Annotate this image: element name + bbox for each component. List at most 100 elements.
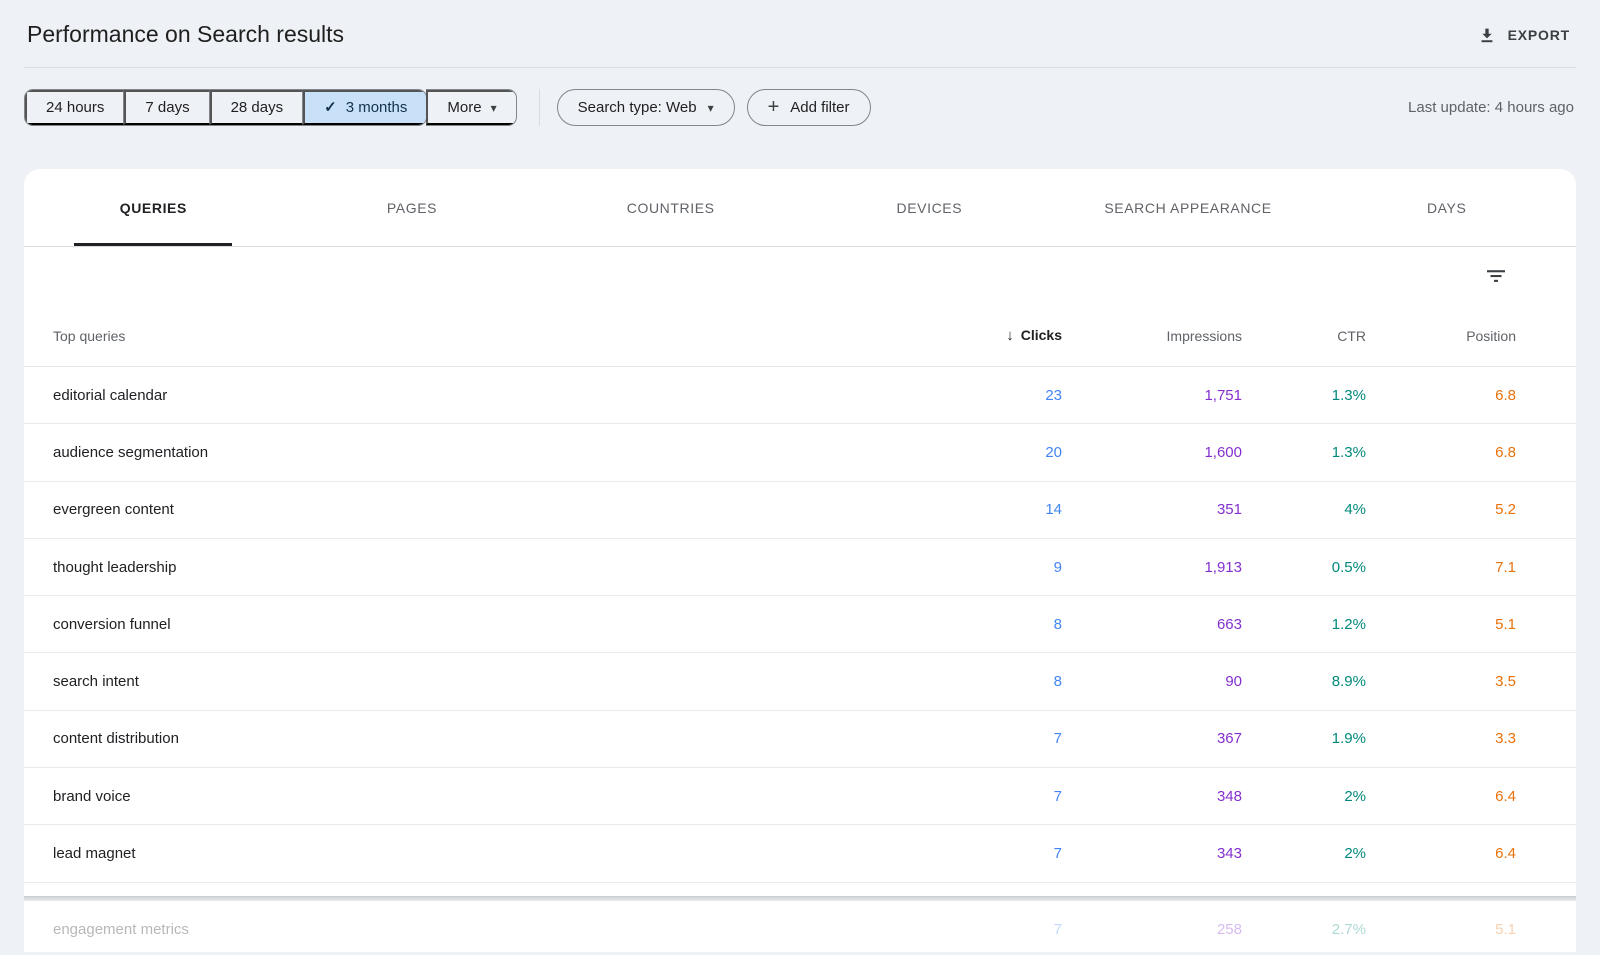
date-range-chip[interactable]: ✓ 7 days: [124, 90, 210, 125]
position-cell: 3.3: [1495, 730, 1516, 748]
check-icon: ✓: [324, 99, 337, 116]
tab[interactable]: DAYS: [1317, 169, 1576, 246]
tab[interactable]: COUNTRIES: [541, 169, 800, 246]
clicks-cell: 23: [1045, 386, 1062, 404]
filter-rows-button[interactable]: [1480, 260, 1512, 292]
export-label: EXPORT: [1507, 26, 1570, 43]
date-range-label: 24 hours: [46, 99, 105, 116]
table-row[interactable]: audience segmentation 20 1,600 1.3% 6.8: [24, 424, 1576, 482]
clicks-cell: 7: [1053, 845, 1062, 863]
impressions-cell: 348: [1216, 787, 1242, 805]
position-cell: 5.2: [1495, 501, 1516, 519]
table-row[interactable]: editorial calendar 23 1,751 1.3% 6.8: [24, 367, 1576, 425]
dimension-tabs: QUERIES PAGES COUNTRIES DEVICES SEARCH A…: [24, 169, 1576, 247]
toolbar-divider: [538, 89, 540, 126]
position-cell: 6.4: [1495, 787, 1516, 805]
tab-label: DAYS: [1426, 199, 1467, 216]
ctr-cell: 8.9%: [1331, 673, 1366, 691]
impressions-cell: 351: [1216, 501, 1242, 519]
query-cell[interactable]: conversion funnel: [53, 616, 942, 633]
clicks-cell: 9: [1053, 558, 1062, 576]
ctr-cell: 1.3%: [1331, 386, 1366, 404]
impressions-cell: 663: [1216, 615, 1242, 633]
query-cell[interactable]: engagement metrics: [53, 921, 942, 938]
date-range-chip-group: ✓ 24 hours ✓ 7 days ✓ 28 days ✓ 3 months: [24, 89, 428, 126]
date-range-label: 28 days: [230, 99, 284, 116]
clicks-cell: 8: [1053, 615, 1062, 633]
clicks-cell: 20: [1045, 443, 1062, 461]
sort-desc-arrow-icon: ↓: [1006, 327, 1014, 344]
add-filter-label: Add filter: [790, 99, 850, 116]
tab-label: QUERIES: [119, 199, 187, 216]
table-body: editorial calendar 23 1,751 1.3% 6.8 aud…: [24, 367, 1576, 952]
position-cell: 5.1: [1495, 615, 1516, 633]
column-header-position[interactable]: Position: [1366, 328, 1516, 344]
tab[interactable]: PAGES: [283, 169, 542, 246]
page-header: Performance on Search results EXPORT: [0, 0, 1600, 67]
ctr-cell: 2%: [1344, 787, 1366, 805]
last-update-text: Last update: 4 hours ago: [1408, 99, 1574, 116]
query-cell[interactable]: audience segmentation: [53, 444, 942, 461]
position-cell: 6.8: [1495, 386, 1516, 404]
query-cell[interactable]: lead magnet: [53, 845, 942, 862]
date-range-chip[interactable]: ✓ 3 months: [303, 90, 427, 125]
table-header-row: Top queries ↓ Clicks Impressions CTR Posi…: [24, 305, 1576, 367]
query-cell[interactable]: editorial calendar: [53, 387, 942, 404]
table-toolbar: [24, 247, 1576, 305]
download-icon: [1478, 26, 1496, 44]
query-cell[interactable]: thought leadership: [53, 559, 942, 576]
clicks-cell: 7: [1053, 787, 1062, 805]
table-row[interactable]: conversion funnel 8 663 1.2% 5.1: [24, 596, 1576, 654]
tab[interactable]: DEVICES: [800, 169, 1059, 246]
column-header-ctr[interactable]: CTR: [1242, 328, 1366, 344]
table-row[interactable]: thought leadership 9 1,913 0.5% 7.1: [24, 539, 1576, 597]
column-header-clicks[interactable]: ↓ Clicks: [942, 327, 1062, 344]
table-row[interactable]: lead magnet 7 343 2% 6.4: [24, 825, 1576, 883]
export-button[interactable]: EXPORT: [1478, 26, 1570, 44]
tab-label: SEARCH APPEARANCE: [1104, 199, 1272, 216]
position-cell: 3.5: [1495, 673, 1516, 691]
chevron-down-icon: ▾: [490, 100, 497, 115]
table-row[interactable]: evergreen content 14 351 4% 5.2: [24, 482, 1576, 539]
clicks-cell: 7: [1053, 730, 1062, 748]
position-cell: 6.8: [1495, 443, 1516, 461]
column-header-impressions[interactable]: Impressions: [1062, 328, 1242, 344]
position-cell: 6.4: [1495, 845, 1516, 863]
tab[interactable]: QUERIES: [24, 169, 283, 246]
position-cell: 5.1: [1495, 920, 1516, 938]
table-row[interactable]: search intent 8 90 8.9% 3.5: [24, 653, 1576, 711]
date-range-chip[interactable]: ✓ 24 hours: [25, 90, 125, 125]
ctr-cell: 0.5%: [1331, 558, 1366, 576]
impressions-cell: 367: [1216, 730, 1242, 748]
header-divider: [24, 67, 1576, 68]
impressions-cell: 1,913: [1204, 558, 1242, 576]
add-filter-button[interactable]: + Add filter: [746, 89, 871, 126]
plus-icon: +: [767, 95, 780, 118]
search-type-label: Search type: Web: [577, 99, 697, 116]
query-cell[interactable]: evergreen content: [53, 501, 942, 518]
tab[interactable]: SEARCH APPEARANCE: [1059, 169, 1318, 246]
ctr-cell: 2%: [1344, 845, 1366, 863]
table-row[interactable]: content distribution 7 367 1.9% 3.3: [24, 711, 1576, 769]
search-type-dropdown[interactable]: Search type: Web ▾: [556, 89, 735, 126]
table-row[interactable]: engagement metrics 7 258 2.7% 5.1: [24, 901, 1576, 952]
filter-list-icon: [1486, 266, 1506, 286]
position-cell: 7.1: [1495, 558, 1516, 576]
clicks-cell: 7: [1053, 920, 1062, 938]
date-range-chip[interactable]: ✓ 28 days: [209, 90, 304, 125]
ctr-cell: 4%: [1344, 501, 1366, 519]
query-cell[interactable]: content distribution: [53, 730, 942, 747]
page-title: Performance on Search results: [27, 21, 345, 47]
impressions-cell: 90: [1225, 673, 1242, 691]
clicks-cell: 8: [1053, 673, 1062, 691]
impressions-cell: 343: [1216, 845, 1242, 863]
query-cell[interactable]: search intent: [53, 673, 942, 690]
ctr-cell: 1.3%: [1331, 443, 1366, 461]
query-cell[interactable]: brand voice: [53, 788, 942, 805]
more-dropdown[interactable]: More ▾: [426, 90, 516, 125]
date-range-label: 7 days: [145, 99, 190, 116]
table-row[interactable]: brand voice 7 348 2% 6.4: [24, 768, 1576, 826]
tab-label: PAGES: [386, 199, 438, 216]
ctr-cell: 1.9%: [1331, 730, 1366, 748]
chevron-down-icon: ▾: [707, 100, 714, 115]
